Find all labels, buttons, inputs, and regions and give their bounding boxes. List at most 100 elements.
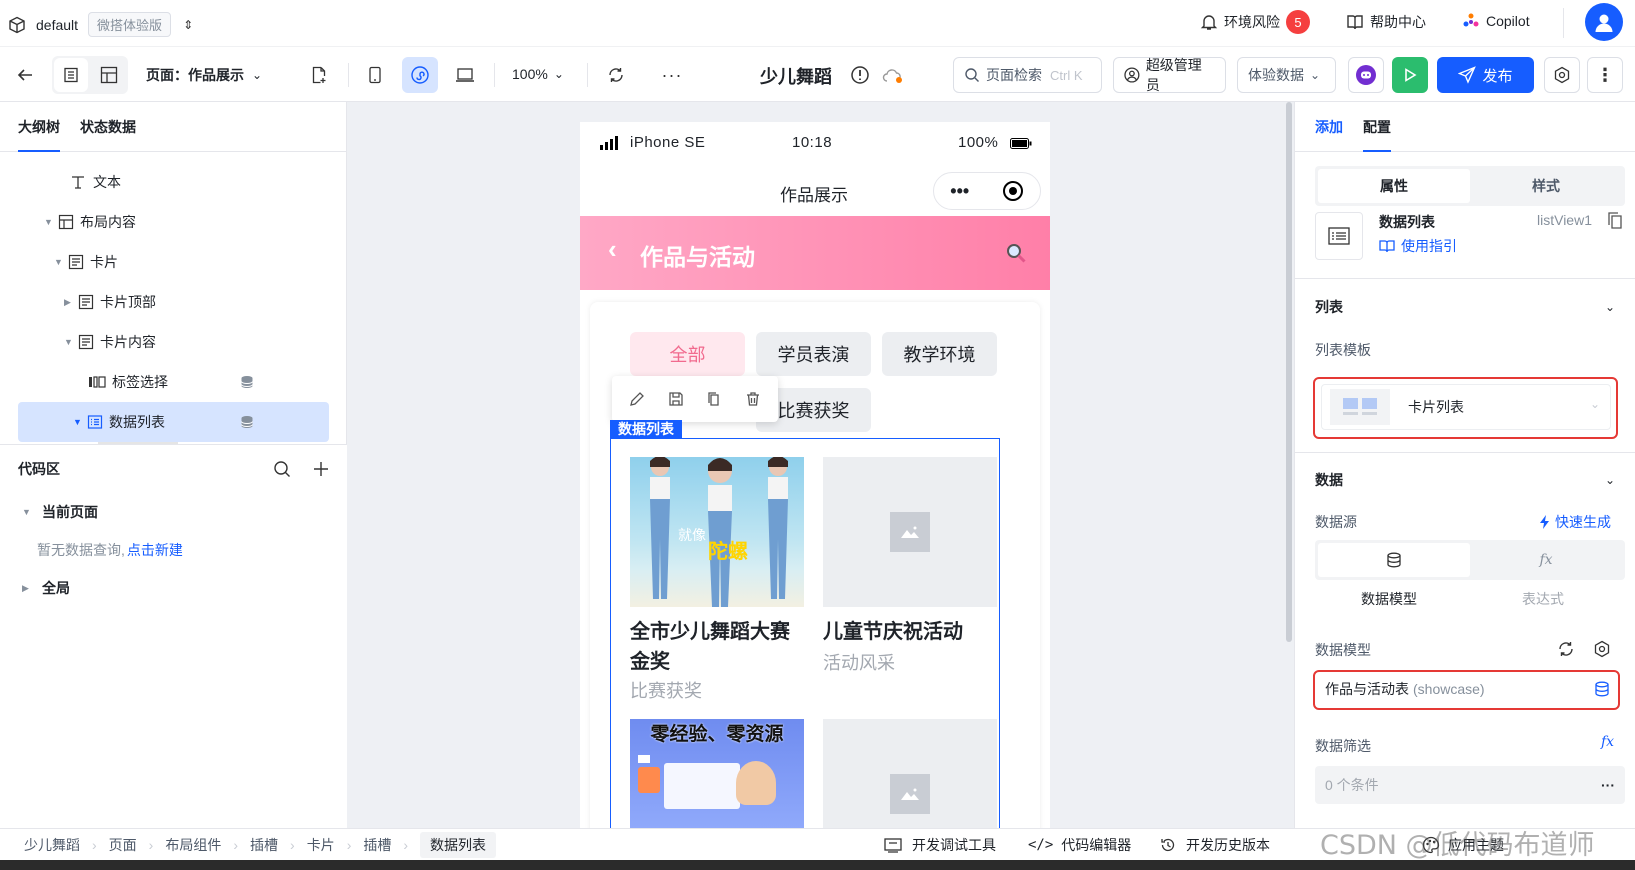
breadcrumb-item[interactable]: 插槽	[363, 835, 391, 855]
tree-item-card[interactable]: ▼ 卡片	[0, 242, 347, 282]
caret-right-icon[interactable]: ▶	[64, 297, 78, 308]
breadcrumb-item[interactable]: 少儿舞蹈	[24, 835, 80, 855]
breadcrumb-item[interactable]: 页面	[109, 835, 137, 855]
breadcrumb-item[interactable]: 插槽	[250, 835, 278, 855]
data-filter-box[interactable]: 0 个条件 ···	[1315, 766, 1625, 804]
add-page-button[interactable]	[301, 57, 337, 93]
tree-item-card-content[interactable]: ▼ 卡片内容	[0, 322, 347, 362]
desktop-view-button[interactable]	[447, 57, 483, 93]
component-id: listView1	[1537, 212, 1592, 228]
caret-down-icon[interactable]: ▼	[64, 337, 78, 347]
page-search-input[interactable]: 页面检索 Ctrl K	[953, 57, 1102, 93]
run-button[interactable]	[1392, 57, 1428, 93]
tab-styles[interactable]: 样式	[1470, 169, 1622, 203]
tree-item-layout[interactable]: ▼ 布局内容	[0, 202, 347, 242]
tag-all[interactable]: 全部	[630, 332, 745, 376]
breadcrumb-current[interactable]: 数据列表	[420, 832, 497, 858]
miniprogram-view-button[interactable]	[402, 57, 438, 93]
create-query-link[interactable]: 点击新建	[127, 540, 183, 560]
usage-guide-link[interactable]: 使用指引	[1379, 236, 1457, 256]
role-selector[interactable]: 超级管理员	[1113, 57, 1226, 93]
data-list-selection[interactable]: 就像 陀螺 全市少儿舞蹈大赛金奖 比赛获奖 儿童节庆祝活动 活动风采 零经验、零…	[610, 438, 1000, 828]
copilot-button[interactable]: Copilot	[1462, 12, 1530, 30]
caret-down-icon[interactable]: ▼	[73, 417, 87, 427]
canvas-scrollbar[interactable]	[1286, 102, 1292, 642]
more-icon[interactable]: ···	[1601, 777, 1615, 793]
dev-tools-button[interactable]: 开发调试工具	[884, 829, 996, 861]
tag-teaching-env[interactable]: 教学环境	[882, 332, 997, 376]
tag-student-show[interactable]: 学员表演	[756, 332, 871, 376]
info-icon[interactable]	[850, 65, 870, 85]
tab-outline[interactable]: 大纲树	[18, 102, 60, 152]
tab-properties[interactable]: 属性	[1318, 169, 1470, 203]
env-risk[interactable]: 环境风险 5	[1200, 10, 1310, 34]
tab-config[interactable]: 配置	[1363, 102, 1391, 152]
gear-icon[interactable]	[1593, 640, 1611, 658]
tree-item-text[interactable]: 文本	[0, 162, 347, 202]
list-template-select[interactable]: 卡片列表 ⌄	[1321, 384, 1611, 430]
more-icon[interactable]: •••	[950, 181, 969, 202]
tree-item-card-header[interactable]: ▶ 卡片顶部	[0, 282, 347, 322]
capsule-menu[interactable]: •••	[933, 172, 1041, 210]
workspace-switcher[interactable]: default 微搭体验版 ⇕	[8, 12, 193, 37]
code-editor-button[interactable]: </> 代码编辑器	[1028, 829, 1131, 861]
user-avatar[interactable]	[1585, 3, 1623, 41]
fx-icon[interactable]: fx	[1601, 734, 1614, 750]
refresh-button[interactable]	[598, 57, 634, 93]
card-image-promo[interactable]: 零经验、零资源	[630, 719, 804, 828]
search-icon[interactable]	[1005, 242, 1027, 264]
chevron-updown-icon[interactable]: ⇕	[183, 18, 193, 32]
datasource-model-option[interactable]	[1318, 543, 1470, 577]
more-menu-button[interactable]: ⋮	[1587, 57, 1623, 93]
quick-generate-link[interactable]: 快速生成	[1539, 512, 1611, 532]
mobile-view-button[interactable]	[357, 57, 393, 93]
edit-icon[interactable]	[629, 391, 645, 407]
caret-down-icon[interactable]: ▼	[22, 507, 42, 517]
back-button[interactable]	[7, 57, 43, 93]
tab-add[interactable]: 添加	[1315, 102, 1343, 152]
code-editor-label: 代码编辑器	[1061, 837, 1132, 853]
breadcrumb-item[interactable]: 布局组件	[165, 835, 221, 855]
data-mode-selector[interactable]: 体验数据 ⌄	[1237, 57, 1336, 93]
time-label: 10:18	[792, 134, 833, 151]
target-icon[interactable]	[1002, 180, 1024, 202]
data-model-select[interactable]: 作品与活动表 (showcase)	[1325, 673, 1610, 705]
trash-icon[interactable]	[745, 391, 761, 407]
tree-item-tag-select[interactable]: 标签选择	[0, 362, 347, 402]
card-image-placeholder[interactable]	[823, 719, 997, 828]
caret-right-icon[interactable]: ▶	[22, 583, 42, 594]
plus-icon[interactable]	[313, 461, 329, 477]
card-image-dance[interactable]: 就像 陀螺	[630, 457, 804, 607]
tree-item-label: 布局内容	[80, 214, 136, 230]
zoom-selector[interactable]: 100% ⌄	[512, 66, 564, 82]
back-chevron-icon[interactable]: ‹	[608, 234, 617, 265]
card-image-placeholder[interactable]	[823, 457, 997, 607]
page-selector[interactable]: 页面： 作品展示 ⌄	[146, 65, 262, 85]
global-group[interactable]: ▶ 全局	[0, 569, 347, 607]
history-button[interactable]: 开发历史版本	[1160, 829, 1270, 861]
caret-down-icon[interactable]: ▼	[54, 257, 68, 267]
current-page-group[interactable]: ▼ 当前页面	[0, 493, 347, 531]
copy-icon[interactable]	[1607, 212, 1623, 230]
page-view-button[interactable]	[54, 58, 88, 92]
tab-state-data[interactable]: 状态数据	[80, 102, 136, 152]
settings-button[interactable]	[1544, 57, 1580, 93]
cloud-status-icon[interactable]	[882, 67, 904, 85]
caret-down-icon[interactable]: ▼	[44, 217, 58, 227]
list-section-header[interactable]: 列表 ⌄	[1315, 292, 1615, 322]
datasource-expression-option[interactable]: fx	[1470, 543, 1622, 577]
help-center-link[interactable]: 帮助中心	[1346, 12, 1426, 32]
search-icon[interactable]	[273, 460, 291, 478]
publish-button[interactable]: 发布	[1437, 57, 1534, 93]
left-tabs: 大纲树 状态数据	[0, 102, 346, 152]
save-icon[interactable]	[668, 391, 684, 407]
data-mode-label: 体验数据	[1248, 67, 1304, 83]
tree-item-data-list[interactable]: ▼ 数据列表	[18, 402, 329, 442]
ai-assistant-button[interactable]	[1348, 57, 1384, 93]
data-section-header[interactable]: 数据 ⌄	[1315, 465, 1615, 495]
copy-icon[interactable]	[706, 391, 722, 407]
layout-view-button[interactable]	[92, 58, 126, 92]
more-icon[interactable]: ···	[654, 57, 690, 93]
breadcrumb-item[interactable]: 卡片	[307, 835, 335, 855]
refresh-icon[interactable]	[1557, 640, 1575, 658]
